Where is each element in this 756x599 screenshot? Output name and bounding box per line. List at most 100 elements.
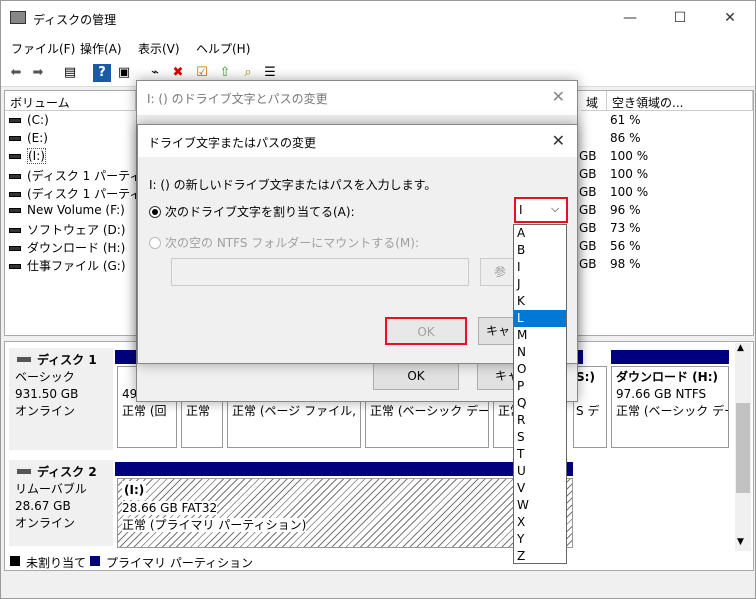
drive-letter-dropdown-list: A B I J K L M N O P Q R S T U V W X Y Z <box>513 224 567 564</box>
scroll-thumb[interactable] <box>736 403 750 493</box>
menu-action[interactable]: 操作(A) <box>80 40 122 57</box>
dropdown-option[interactable]: M <box>514 327 566 344</box>
partition-size: 97.66 GB NTFS <box>616 387 707 401</box>
list-item[interactable]: (C:) <box>9 113 49 131</box>
dropdown-option-highlighted[interactable]: L <box>514 310 566 327</box>
dropdown-option[interactable]: B <box>514 242 566 259</box>
close-icon[interactable]: ✕ <box>552 131 565 150</box>
drive-icon <box>9 136 21 141</box>
dialog-title: I: () のドライブ文字とパスの変更 <box>147 92 328 106</box>
drive-icon <box>9 228 21 233</box>
dropdown-option[interactable]: Q <box>514 395 566 412</box>
disk-size: 931.50 GB <box>15 387 79 401</box>
dropdown-option[interactable]: Z <box>514 548 566 565</box>
title-bar: ディスクの管理 — ☐ ✕ <box>1 1 755 35</box>
drive-icon <box>9 174 21 179</box>
menu-help[interactable]: ヘルプ(H) <box>196 40 250 57</box>
column-mid[interactable]: 域 <box>581 91 607 111</box>
dropdown-option[interactable]: K <box>514 293 566 310</box>
partition-status: 正常 (プライマリ パーティション) <box>122 518 307 532</box>
list-item[interactable]: (ディスク 1 パーティ... <box>9 167 153 185</box>
disk2-partition-i[interactable]: (I:) 28.66 GB FAT32 正常 (プライマリ パーティション) <box>117 478 573 548</box>
drive-icon <box>9 154 21 159</box>
disk1-partition-7[interactable]: ダウンロード (H:) 97.66 GB NTFS 正常 (ベーシック デー <box>611 366 729 448</box>
disk-view-scrollbar[interactable]: ▲ ▼ <box>735 343 751 551</box>
assign-letter-radio[interactable]: 次のドライブ文字を割り当てる(A): <box>149 203 355 220</box>
volume-size: GB <box>579 203 597 217</box>
disk-status: オンライン <box>15 404 76 418</box>
ok-button[interactable]: OK <box>373 362 459 390</box>
column-free[interactable]: 空き領域の... <box>607 91 753 111</box>
volume-name: (ディスク 1 パーティ... <box>27 187 153 201</box>
dropdown-option[interactable]: R <box>514 412 566 429</box>
volume-free-pct: 86 % <box>610 131 641 145</box>
drive-letter-select[interactable]: I ⌵ <box>514 197 568 223</box>
drive-icon <box>9 208 21 213</box>
list-item[interactable]: 仕事ファイル (G:) <box>9 257 126 275</box>
dropdown-option[interactable]: J <box>514 276 566 293</box>
volume-free-pct: 56 % <box>610 239 641 253</box>
dropdown-option[interactable]: Y <box>514 531 566 548</box>
window-title: ディスクの管理 <box>33 13 117 27</box>
volume-free-pct: 98 % <box>610 257 641 271</box>
ok-button[interactable]: OK <box>385 317 467 345</box>
app-icon <box>10 11 26 24</box>
scroll-up-icon[interactable]: ▲ <box>737 343 744 353</box>
mount-folder-path-input[interactable] <box>171 258 469 286</box>
back-icon[interactable]: ⬅ <box>7 64 25 82</box>
dropdown-option[interactable]: V <box>514 480 566 497</box>
help-icon[interactable]: ? <box>93 64 111 82</box>
list-item[interactable]: (I:) <box>9 148 46 167</box>
dropdown-option[interactable]: I <box>514 259 566 276</box>
list-item[interactable]: ダウンロード (H:) <box>9 239 125 257</box>
close-icon[interactable]: ✕ <box>552 87 565 106</box>
list-item[interactable]: (E:) <box>9 131 48 149</box>
menu-file[interactable]: ファイル(F) <box>11 40 75 57</box>
dropdown-option[interactable]: S <box>514 429 566 446</box>
volume-size: GB <box>579 257 597 271</box>
legend-unallocated: 未割り当て <box>26 556 87 570</box>
dropdown-option[interactable]: O <box>514 361 566 378</box>
volume-free-pct: 73 % <box>610 221 641 235</box>
legend: 未割り当て プライマリ パーティション <box>4 551 754 573</box>
list-item[interactable]: New Volume (F:) <box>9 203 125 221</box>
forward-icon[interactable]: ➡ <box>29 64 47 82</box>
dialog-prompt: I: () の新しいドライブ文字またはパスを入力します。 <box>149 178 437 192</box>
disk2-label[interactable]: ディスク 2 リムーバブル 28.67 GB オンライン <box>9 460 113 546</box>
disk-type: リムーバブル <box>15 482 87 496</box>
dropdown-option[interactable]: T <box>514 446 566 463</box>
volume-name: ダウンロード (H:) <box>27 241 126 255</box>
partition-name: (I:) <box>124 483 145 497</box>
menu-view[interactable]: 表示(V) <box>138 40 180 57</box>
partition-status: 正常 (ベーシック データ <box>370 404 489 418</box>
radio-selected-icon <box>149 206 161 218</box>
maximize-button[interactable]: ☐ <box>657 1 703 35</box>
disk1-partition-6[interactable]: S:) S デ <box>573 366 607 448</box>
dropdown-option[interactable]: P <box>514 378 566 395</box>
dropdown-option[interactable]: X <box>514 514 566 531</box>
properties-icon[interactable]: ▣ <box>115 64 133 82</box>
disk-size: 28.67 GB <box>15 499 71 513</box>
dropdown-option[interactable]: A <box>514 225 566 242</box>
disk-name: ディスク 1 <box>37 353 97 367</box>
list-item[interactable]: (ディスク 1 パーティ... <box>9 185 153 203</box>
dialog-title-bar: ドライブ文字またはパスの変更 ✕ <box>138 125 577 157</box>
column-volume[interactable]: ボリューム <box>5 91 136 111</box>
dropdown-option[interactable]: N <box>514 344 566 361</box>
cancel-button[interactable]: キャ <box>478 317 518 345</box>
scroll-down-icon[interactable]: ▼ <box>737 537 744 547</box>
console-tree-icon[interactable]: ▤ <box>61 64 79 82</box>
mount-folder-radio[interactable]: 次の空の NTFS フォルダーにマウントする(M): <box>149 234 419 251</box>
dropdown-option[interactable]: U <box>514 463 566 480</box>
partition-status: 正常 (回 <box>122 404 167 418</box>
dropdown-option[interactable]: W <box>514 497 566 514</box>
drive-icon <box>9 192 21 197</box>
minimize-button[interactable]: — <box>607 1 653 35</box>
close-button[interactable]: ✕ <box>707 1 753 35</box>
disk1-label[interactable]: ディスク 1 ベーシック 931.50 GB オンライン <box>9 348 113 450</box>
unallocated-swatch <box>10 556 20 566</box>
primary-swatch <box>90 556 100 566</box>
dialog-title: ドライブ文字またはパスの変更 <box>148 136 317 150</box>
list-item[interactable]: ソフトウェア (D:) <box>9 221 125 239</box>
volume-free-pct: 61 % <box>610 113 641 127</box>
